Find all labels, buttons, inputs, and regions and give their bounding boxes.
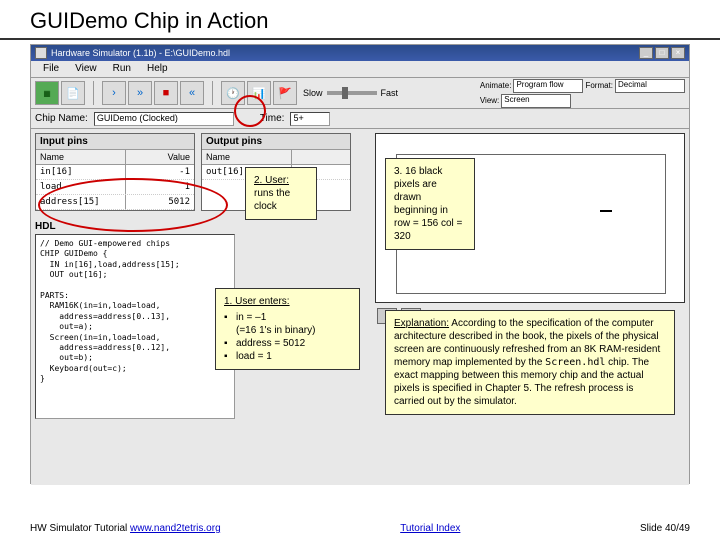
maximize-button[interactable]: □ bbox=[655, 47, 669, 59]
footer-left-text: HW Simulator Tutorial bbox=[30, 523, 130, 534]
col-name: Name bbox=[202, 150, 292, 164]
callout-3: 3. 16 black pixels are drawn beginning i… bbox=[385, 158, 475, 250]
callout-3-label: 3. bbox=[394, 166, 402, 177]
time-field: 5+ bbox=[290, 112, 330, 126]
stop-icon[interactable]: ■ bbox=[154, 81, 178, 105]
drawn-pixels bbox=[600, 210, 612, 212]
callout-1-label: 1. User enters: bbox=[224, 295, 351, 308]
clock-icon[interactable]: 🕐 bbox=[221, 81, 245, 105]
pin-section: Input pins Name Value in[16] -1 load 1 bbox=[31, 129, 371, 215]
format-group: Animate: Program flow Format: Decimal Vi… bbox=[480, 79, 685, 108]
chip-load-icon[interactable]: ▦ bbox=[35, 81, 59, 105]
slide-title: GUIDemo Chip in Action bbox=[0, 0, 720, 38]
callout-3-text: 16 black pixels are drawn beginning in r… bbox=[394, 166, 462, 242]
c1-b2: address = 5012 bbox=[236, 337, 305, 350]
format-select[interactable]: Decimal bbox=[615, 79, 685, 93]
simulator-window: Hardware Simulator (1.1b) - E:\GUIDemo.h… bbox=[30, 44, 690, 484]
format-label: Format: bbox=[585, 81, 613, 90]
file-tool-group: ▦ 📄 bbox=[35, 81, 85, 105]
menu-view[interactable]: View bbox=[67, 61, 105, 77]
app-icon bbox=[35, 47, 47, 59]
footer-right: Slide 40/49 bbox=[640, 523, 690, 534]
single-step-icon[interactable]: › bbox=[102, 81, 126, 105]
pin-value[interactable]: 5012 bbox=[126, 195, 194, 209]
menu-run[interactable]: Run bbox=[105, 61, 139, 77]
callout-1: 1. User enters: ▪in = –1(=16 1's in bina… bbox=[215, 288, 360, 370]
pin-value[interactable]: 1 bbox=[126, 180, 194, 194]
table-row[interactable]: address[15] 5012 bbox=[36, 195, 194, 210]
menu-file[interactable]: File bbox=[35, 61, 67, 77]
time-label: Time: bbox=[260, 113, 285, 124]
pin-value[interactable]: -1 bbox=[126, 165, 194, 179]
fast-label: Fast bbox=[381, 88, 399, 98]
run-tool-group: › » ■ « bbox=[102, 81, 204, 105]
main-area: Input pins Name Value in[16] -1 load 1 bbox=[31, 129, 689, 485]
slow-label: Slow bbox=[303, 88, 323, 98]
explain-label: Explanation: bbox=[394, 318, 449, 329]
footer-center-link[interactable]: Tutorial Index bbox=[400, 523, 460, 534]
table-row[interactable]: in[16] -1 bbox=[36, 165, 194, 180]
titlebar: Hardware Simulator (1.1b) - E:\GUIDemo.h… bbox=[31, 45, 689, 61]
callout-2: 2. User: runs the clock bbox=[245, 167, 317, 220]
separator bbox=[93, 81, 94, 105]
flag-icon[interactable]: 🚩 bbox=[273, 81, 297, 105]
chip-name-field[interactable]: GUIDemo (Clocked) bbox=[94, 112, 234, 126]
window-title: Hardware Simulator (1.1b) - E:\GUIDemo.h… bbox=[51, 48, 639, 58]
col-name: Name bbox=[36, 150, 126, 164]
slide-footer: HW Simulator Tutorial www.nand2tetris.or… bbox=[30, 523, 690, 534]
col-value: Value bbox=[126, 150, 194, 164]
clock-tool-group: 🕐 📊 🚩 bbox=[221, 81, 297, 105]
speed-slider-group: Slow Fast bbox=[303, 88, 398, 98]
hdl-code-box[interactable]: // Demo GUI-empowered chips CHIP GUIDemo… bbox=[35, 234, 235, 419]
view-label: View: bbox=[480, 96, 499, 105]
speed-slider[interactable] bbox=[327, 91, 377, 95]
hdl-label: HDL bbox=[35, 219, 367, 234]
menu-help[interactable]: Help bbox=[139, 61, 176, 77]
input-pins-table-header: Name Value bbox=[36, 150, 194, 165]
callout-2-label: 2. User: bbox=[254, 175, 289, 186]
explanation-callout: Explanation: According to the specificat… bbox=[385, 310, 675, 415]
chip-info-row: Chip Name: GUIDemo (Clocked) Time: 5+ bbox=[31, 109, 689, 129]
separator bbox=[212, 81, 213, 105]
footer-left-link[interactable]: www.nand2tetris.org bbox=[130, 523, 221, 534]
pin-name: in[16] bbox=[36, 165, 126, 179]
callout-2-text: runs the clock bbox=[254, 188, 290, 212]
c1-b1-sub: (=16 1's in binary) bbox=[236, 325, 315, 336]
run-icon[interactable]: » bbox=[128, 81, 152, 105]
menubar: File View Run Help bbox=[31, 61, 689, 77]
reset-icon[interactable]: « bbox=[180, 81, 204, 105]
pin-name: address[15] bbox=[36, 195, 126, 209]
output-pins-header: Output pins bbox=[202, 134, 350, 150]
script-load-icon[interactable]: 📄 bbox=[61, 81, 85, 105]
input-pins-box: Input pins Name Value in[16] -1 load 1 bbox=[35, 133, 195, 211]
input-pins-header: Input pins bbox=[36, 134, 194, 150]
pin-name: load bbox=[36, 180, 126, 194]
toolbar: ▦ 📄 › » ■ « 🕐 📊 🚩 Slow Fast Animate: Pro… bbox=[31, 77, 689, 109]
animate-select[interactable]: Program flow bbox=[513, 79, 583, 93]
table-row[interactable]: load 1 bbox=[36, 180, 194, 195]
footer-left: HW Simulator Tutorial www.nand2tetris.or… bbox=[30, 523, 221, 534]
col-value bbox=[292, 150, 350, 164]
output-pins-table-header: Name bbox=[202, 150, 350, 165]
eval-icon[interactable]: 📊 bbox=[247, 81, 271, 105]
title-underline bbox=[0, 38, 720, 40]
window-controls: _ □ × bbox=[639, 47, 685, 59]
c1-b3: load = 1 bbox=[236, 350, 272, 363]
chip-name-label: Chip Name: bbox=[35, 113, 88, 124]
animate-label: Animate: bbox=[480, 81, 512, 90]
view-select[interactable]: Screen bbox=[501, 94, 571, 108]
minimize-button[interactable]: _ bbox=[639, 47, 653, 59]
explain-code: Screen.hdl bbox=[545, 357, 605, 368]
c1-b1: in = –1 bbox=[236, 312, 266, 323]
close-button[interactable]: × bbox=[671, 47, 685, 59]
